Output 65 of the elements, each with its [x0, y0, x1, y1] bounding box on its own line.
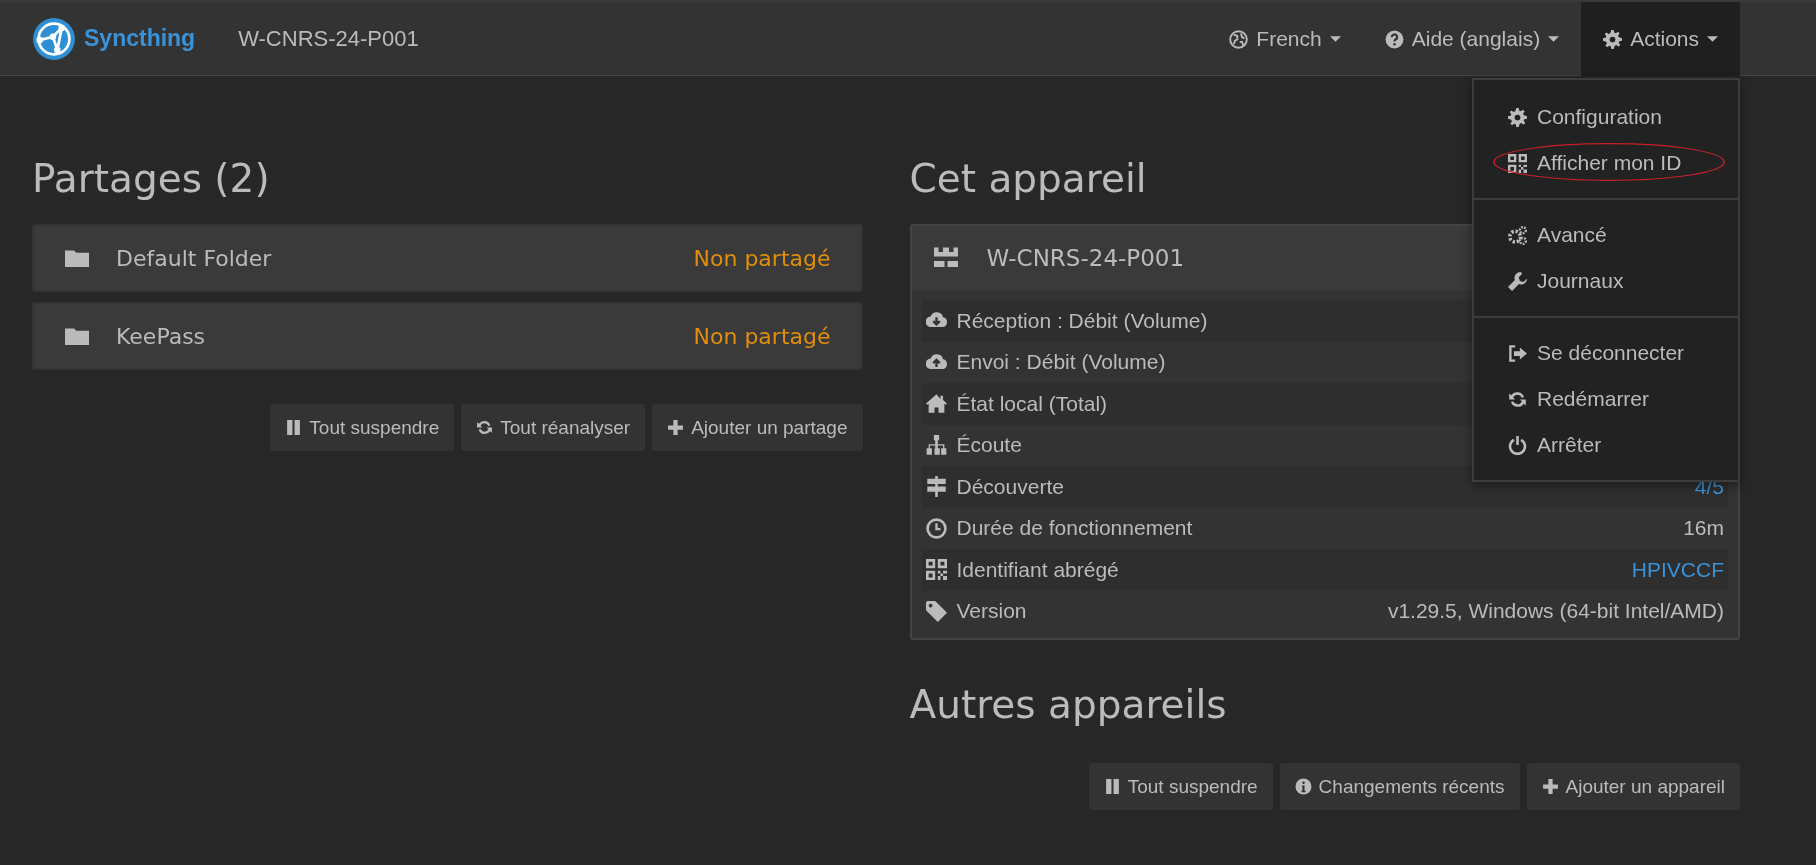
- device-title: W-CNRS-24-P001: [986, 245, 1185, 271]
- row-label: Découverte: [956, 474, 1064, 499]
- folder-panel[interactable]: Default Folder Non partagé: [32, 224, 863, 292]
- info-icon: [1294, 778, 1312, 795]
- menu-item[interactable]: Arrêter: [1474, 422, 1738, 468]
- row-label: Version: [956, 599, 1027, 624]
- row-label: Envoi : Débit (Volume): [956, 350, 1166, 375]
- row-label: État local (Total): [956, 391, 1108, 416]
- globe-icon: [1229, 29, 1249, 49]
- row-value: v1.29.5, Windows (64-bit Intel/AMD): [1387, 599, 1724, 624]
- clock-icon: [925, 517, 947, 539]
- menu-item[interactable]: Afficher mon ID: [1474, 140, 1738, 186]
- menu-item[interactable]: Avancé: [1474, 212, 1738, 258]
- row-value: 16m: [1683, 516, 1724, 541]
- refresh-icon: [476, 419, 494, 436]
- row-label: Écoute: [956, 433, 1022, 458]
- pause-icon: [285, 419, 303, 436]
- folder-name: Default Folder: [116, 245, 272, 271]
- row-label: Réception : Débit (Volume): [956, 308, 1208, 333]
- sitemap-icon: [925, 434, 947, 456]
- sign-out-icon: [1508, 343, 1527, 363]
- logo-icon: [32, 16, 76, 61]
- caret-icon: [1548, 35, 1560, 43]
- power-icon: [1508, 435, 1527, 455]
- settings-icon: [1603, 29, 1623, 49]
- help-icon: [1384, 29, 1404, 49]
- row-label: Durée de fonctionnement: [956, 516, 1193, 541]
- qr-code-icon: [925, 559, 947, 581]
- nav-menu[interactable]: Aide (anglais): [1362, 2, 1582, 76]
- nav-menu[interactable]: French: [1207, 2, 1363, 76]
- caret-icon: [1329, 35, 1341, 43]
- pause-icon: [1103, 778, 1121, 795]
- blocks-icon: [931, 246, 960, 270]
- wrench-icon: [1508, 271, 1527, 291]
- value-link[interactable]: HPIVCCF: [1631, 557, 1724, 582]
- toolbar-button[interactable]: Ajouter un partage: [652, 404, 863, 451]
- toolbar-button[interactable]: Ajouter un appareil: [1526, 763, 1740, 810]
- menu-item[interactable]: Journaux: [1474, 258, 1738, 304]
- qr-code-icon: [1508, 153, 1527, 173]
- section-heading: Partages (2): [32, 156, 270, 201]
- folder-status: Non partagé: [693, 323, 831, 349]
- signpost-icon: [925, 476, 947, 498]
- row-label: Identifiant abrégé: [956, 557, 1119, 582]
- section-heading: Autres appareils: [909, 682, 1227, 727]
- tag-icon: [925, 600, 947, 622]
- folder-name: KeePass: [116, 323, 206, 349]
- menu-item[interactable]: Redémarrer: [1474, 376, 1738, 422]
- toolbar-button[interactable]: Tout réanalyser: [461, 404, 646, 451]
- section-heading: Cet appareil: [909, 156, 1147, 201]
- settings-icon: [1508, 107, 1527, 127]
- caret-icon: [1707, 35, 1718, 43]
- home-icon: [925, 393, 947, 415]
- toolbar-button[interactable]: Changements récents: [1279, 763, 1520, 810]
- plus-icon: [1541, 778, 1559, 795]
- brand-name[interactable]: Syncthing: [84, 25, 196, 52]
- plus-icon: [667, 419, 685, 436]
- folder-status: Non partagé: [693, 245, 831, 271]
- folder-panel[interactable]: KeePass Non partagé: [32, 302, 863, 370]
- nav-menu[interactable]: Actions: [1581, 2, 1740, 76]
- toolbar-button[interactable]: Tout suspendre: [1088, 763, 1273, 810]
- device-name: W-CNRS-24-P001: [238, 25, 419, 52]
- menu-item[interactable]: Se déconnecter: [1474, 330, 1738, 376]
- refresh-icon: [1508, 389, 1527, 409]
- menu-item[interactable]: Configuration: [1474, 94, 1738, 140]
- toolbar-button[interactable]: Tout suspendre: [270, 404, 455, 451]
